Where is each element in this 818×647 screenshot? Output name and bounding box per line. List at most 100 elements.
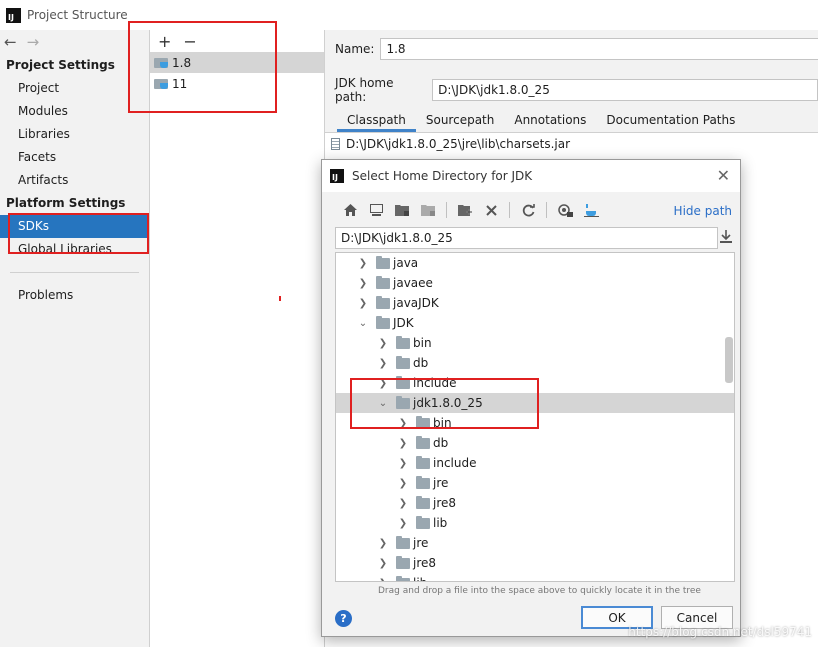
sidebar-item-global-libraries[interactable]: Global Libraries <box>0 238 149 261</box>
sidebar-item-artifacts[interactable]: Artifacts <box>0 169 149 192</box>
tree-scrollbar[interactable] <box>725 337 733 383</box>
jdk-folder-icon <box>154 78 168 90</box>
chevron-right-icon[interactable]: ❯ <box>358 278 368 289</box>
chevron-right-icon[interactable]: ❯ <box>398 498 408 509</box>
sidebar-item-project[interactable]: Project <box>0 77 149 100</box>
tree-row[interactable]: ❯ jre <box>336 533 734 553</box>
tree-row[interactable]: ❯ jre <box>336 473 734 493</box>
jdk-home-icon[interactable] <box>583 202 599 218</box>
chevron-right-icon[interactable]: ❯ <box>378 578 388 582</box>
watermark-text: https://blog.csdn.net/dsl59741 <box>628 625 812 639</box>
chevron-right-icon[interactable]: ❯ <box>378 378 388 389</box>
tree-label: include <box>413 376 457 390</box>
chevron-right-icon[interactable]: ❯ <box>398 458 408 469</box>
chevron-right-icon[interactable]: ❯ <box>378 358 388 369</box>
folder-icon <box>416 415 430 429</box>
tree-row[interactable]: ❯ db <box>336 353 734 373</box>
back-arrow-icon[interactable]: ← <box>4 33 17 51</box>
tree-row[interactable]: ❯ include <box>336 373 734 393</box>
sdk-list-item[interactable]: 1.8 <box>150 52 324 73</box>
list-item[interactable]: D:\JDK\jdk1.8.0_25\jre\lib\charsets.jar <box>325 133 818 155</box>
folder-icon <box>396 575 410 581</box>
tab-documentation-paths[interactable]: Documentation Paths <box>596 108 745 132</box>
name-label: Name: <box>335 42 375 56</box>
help-button[interactable]: ? <box>335 610 352 627</box>
sidebar-item-libraries[interactable]: Libraries <box>0 123 149 146</box>
tree-row[interactable]: ❯ include <box>336 453 734 473</box>
tab-sourcepath[interactable]: Sourcepath <box>416 108 505 132</box>
chevron-right-icon[interactable]: ❯ <box>378 558 388 569</box>
jar-file-icon <box>331 138 340 150</box>
tree-row[interactable]: ❯ jre8 <box>336 553 734 573</box>
tree-label: include <box>433 456 477 470</box>
sidebar-item-sdks[interactable]: SDKs <box>0 215 149 238</box>
folder-icon <box>396 355 410 369</box>
chevron-right-icon[interactable]: ❯ <box>398 418 408 429</box>
chevron-right-icon[interactable]: ❯ <box>378 338 388 349</box>
sidebar-item-problems[interactable]: Problems <box>0 284 149 307</box>
tree-label: javaJDK <box>393 296 439 310</box>
tree-row[interactable]: ❯ db <box>336 433 734 453</box>
show-hidden-icon[interactable] <box>557 202 573 218</box>
directory-tree[interactable]: ❯ java ❯ javaee ❯ javaJDK ⌄ JDK ❯ bin ❯ … <box>335 252 735 582</box>
project-folder-icon[interactable] <box>394 202 410 218</box>
path-field[interactable]: D:\JDK\jdk1.8.0_25 <box>335 227 718 249</box>
folder-icon <box>416 475 430 489</box>
tree-label: JDK <box>393 316 414 330</box>
module-folder-icon[interactable] <box>420 202 436 218</box>
tab-annotations[interactable]: Annotations <box>504 108 596 132</box>
toolbar-divider <box>546 202 547 218</box>
title-bar: IJ Project Structure <box>0 0 818 30</box>
refresh-icon[interactable] <box>520 202 536 218</box>
chevron-right-icon[interactable]: ❯ <box>398 478 408 489</box>
hide-path-link[interactable]: Hide path <box>674 204 732 218</box>
folder-icon <box>376 255 390 269</box>
remove-sdk-button[interactable]: − <box>183 32 196 51</box>
tree-row[interactable]: ❯ lib <box>336 513 734 533</box>
tree-row[interactable]: ❯ javaee <box>336 273 734 293</box>
tree-row[interactable]: ❯ javaJDK <box>336 293 734 313</box>
dialog-title: Select Home Directory for JDK <box>352 169 533 183</box>
tree-row[interactable]: ❯ bin <box>336 413 734 433</box>
tree-label: jre8 <box>433 496 457 510</box>
home-path-field[interactable]: D:\JDK\jdk1.8.0_25 <box>432 79 818 101</box>
forward-arrow-icon[interactable]: → <box>27 33 40 51</box>
chevron-right-icon[interactable]: ❯ <box>358 258 368 269</box>
chevron-right-icon[interactable]: ❯ <box>398 518 408 529</box>
download-icon[interactable] <box>720 230 732 247</box>
sidebar-item-facets[interactable]: Facets <box>0 146 149 169</box>
tree-row[interactable]: ❯ lib <box>336 573 734 582</box>
desktop-icon[interactable] <box>368 202 384 218</box>
project-settings-header: Project Settings <box>6 58 115 72</box>
tree-row-selected[interactable]: ⌄ jdk1.8.0_25 <box>336 393 734 413</box>
sdk-list-panel: + − 1.8 11 <box>150 30 325 647</box>
tree-label: bin <box>433 416 452 430</box>
add-sdk-button[interactable]: + <box>158 32 171 51</box>
delete-icon[interactable] <box>483 202 499 218</box>
folder-icon <box>396 395 410 409</box>
tree-row[interactable]: ❯ jre8 <box>336 493 734 513</box>
tree-row[interactable]: ❯ java <box>336 253 734 273</box>
chevron-down-icon[interactable]: ⌄ <box>358 318 368 329</box>
sdk-label: 1.8 <box>172 55 192 70</box>
name-row: Name: 1.8 <box>335 38 818 60</box>
classpath-entry: D:\JDK\jdk1.8.0_25\jre\lib\charsets.jar <box>346 137 571 151</box>
tree-row[interactable]: ⌄ JDK <box>336 313 734 333</box>
tree-row[interactable]: ❯ bin <box>336 333 734 353</box>
tree-label: db <box>433 436 449 450</box>
sdk-list-item[interactable]: 11 <box>150 73 324 94</box>
chevron-right-icon[interactable]: ❯ <box>378 538 388 549</box>
chevron-right-icon[interactable]: ❯ <box>358 298 368 309</box>
name-field[interactable]: 1.8 <box>380 38 818 60</box>
sidebar-item-modules[interactable]: Modules <box>0 100 149 123</box>
tree-label: jdk1.8.0_25 <box>413 396 483 410</box>
home-icon[interactable] <box>342 202 358 218</box>
chevron-right-icon[interactable]: ❯ <box>398 438 408 449</box>
chevron-down-icon[interactable]: ⌄ <box>378 398 388 409</box>
folder-icon <box>376 275 390 289</box>
close-icon[interactable]: ✕ <box>717 166 730 185</box>
dialog-toolbar <box>342 202 599 218</box>
intellij-logo-icon: IJ <box>6 7 21 23</box>
tab-classpath[interactable]: Classpath <box>337 108 416 132</box>
new-folder-icon[interactable] <box>457 202 473 218</box>
